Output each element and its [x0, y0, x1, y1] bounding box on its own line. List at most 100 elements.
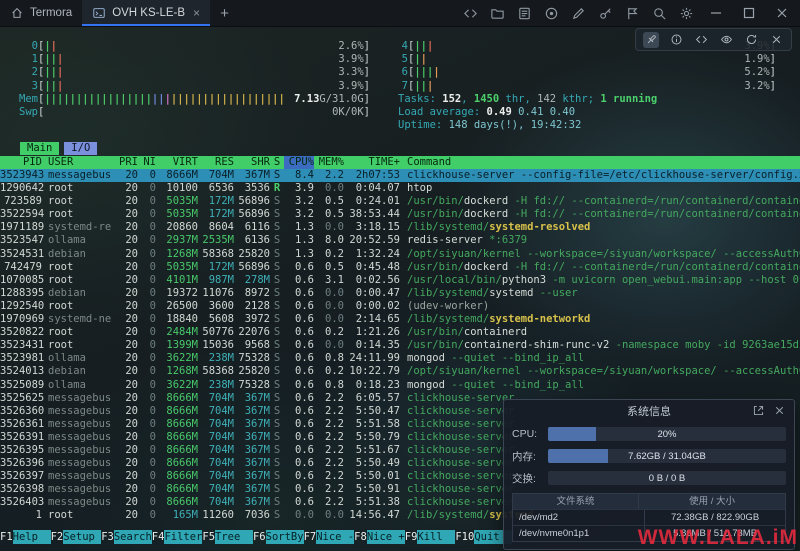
new-tab-button[interactable]: +	[210, 0, 239, 26]
fkey-f3[interactable]: F3Search	[101, 530, 152, 544]
fkey-label: Filter	[164, 530, 202, 544]
column-header-res[interactable]: RES	[198, 156, 234, 169]
info-icon[interactable]	[668, 32, 684, 48]
column-header-pid[interactable]: PID	[0, 156, 42, 169]
process-row[interactable]: 3524013debian2001268M5836825820S0.60.210…	[0, 365, 800, 378]
cell-virt: 5035M	[156, 208, 198, 221]
maximize-button[interactable]	[735, 0, 763, 26]
load-average-line-segment: 0.49	[487, 106, 519, 119]
htop-tab-io[interactable]: I/O	[64, 142, 97, 155]
cell-ni: 0	[138, 392, 156, 405]
fkey-f7[interactable]: F7Nice -	[304, 530, 355, 544]
process-row[interactable]: 1288395debian20019372110768972S0.60.00:0…	[0, 287, 800, 300]
code-icon[interactable]	[459, 2, 481, 24]
column-header-cpu[interactable]: CPU%	[284, 156, 314, 169]
overlay-close-icon[interactable]	[768, 32, 784, 48]
fkey-f5[interactable]: F5Tree	[202, 530, 253, 544]
metric-value: 0 B / 0 B	[548, 471, 786, 485]
metric-row: 交换:0 B / 0 B	[512, 467, 786, 489]
pin-icon[interactable]	[643, 32, 659, 48]
fkey-f1[interactable]: F1Help	[0, 530, 51, 544]
close-button[interactable]	[768, 0, 796, 26]
column-header-virt[interactable]: VIRT	[156, 156, 198, 169]
meter-bracket: ]	[770, 80, 776, 93]
cell-s: S	[270, 483, 284, 496]
process-row[interactable]: 723589root2005035M172M56896S3.20.50:24.0…	[0, 195, 800, 208]
cell-virt: 8666M	[156, 169, 198, 182]
cell-pid: 3524013	[0, 365, 42, 378]
cell-time: 6:05.57	[344, 392, 400, 405]
process-row[interactable]: 1292540root2002650036002128S0.60.00:00.0…	[0, 300, 800, 313]
record-icon[interactable]	[540, 2, 562, 24]
key-icon[interactable]	[594, 2, 616, 24]
tab-home[interactable]: Termora	[0, 0, 82, 26]
column-header-pri[interactable]: PRI	[114, 156, 138, 169]
process-row[interactable]: 1290642root2001010065363536R3.90.00:04.0…	[0, 182, 800, 195]
cell-res: 704M	[198, 483, 234, 496]
cell-command: /usr/bin/dockerd -H fd:// --containerd=/…	[400, 208, 800, 221]
process-row[interactable]: 3523547ollama2002937M2535M6136S1.38.020:…	[0, 234, 800, 247]
cell-user: messagebus	[42, 431, 114, 444]
refresh-icon[interactable]	[743, 32, 759, 48]
process-row[interactable]: 3524531debian2001268M5836825820S1.30.21:…	[0, 248, 800, 261]
fkey-f8[interactable]: F8Nice +	[354, 530, 405, 544]
minimize-button[interactable]	[702, 0, 730, 26]
htop-tab-main[interactable]: Main	[20, 142, 59, 155]
cell-pid: 3526397	[0, 470, 42, 483]
process-row[interactable]: 3523981ollama2003622M238M75328S0.60.824:…	[0, 352, 800, 365]
column-header-user[interactable]: USER	[42, 156, 114, 169]
cpu-tasks-meters-right: 4[|||3.9%]5[||1.9%]6[||||5.2%]7[|||3.2%]…	[398, 40, 776, 132]
meter-bracket: ]	[364, 93, 370, 106]
fkey-f4[interactable]: F4Filter	[152, 530, 203, 544]
cell-s: S	[270, 418, 284, 431]
system-info-panel-header[interactable]: 系统信息	[504, 400, 794, 421]
file-list-icon[interactable]	[513, 2, 535, 24]
column-header-shr[interactable]: SHR	[234, 156, 270, 169]
process-row[interactable]: 3525089ollama2003622M238M75328S0.60.80:1…	[0, 379, 800, 392]
process-row[interactable]: 1970969systemd-ne2001884056083972S0.60.0…	[0, 313, 800, 326]
code-snippet-icon[interactable]	[693, 32, 709, 48]
column-header-mem[interactable]: MEM%	[314, 156, 344, 169]
cell-pid: 3526361	[0, 418, 42, 431]
panel-close-icon[interactable]	[771, 403, 787, 419]
folder-icon[interactable]	[486, 2, 508, 24]
cell-s: S	[270, 274, 284, 287]
cell-pid: 3526398	[0, 483, 42, 496]
column-header-ni[interactable]: NI	[138, 156, 156, 169]
open-in-window-icon[interactable]	[750, 403, 766, 419]
process-row[interactable]: 742479root2005035M172M56896S0.60.50:45.4…	[0, 261, 800, 274]
column-header-s[interactable]: S	[270, 156, 284, 169]
fkey-f2[interactable]: F2Setup	[51, 530, 102, 544]
cell-shr: 367M	[234, 392, 270, 405]
process-row[interactable]: 3523943messagebus2008666M704M367MS8.42.2…	[0, 169, 800, 182]
fkey-f9[interactable]: F9Kill	[405, 530, 456, 544]
process-row[interactable]: 3520822root2002484M5077622076S0.60.21:21…	[0, 326, 800, 339]
terminal-view[interactable]: 0[||2.6%]1[|||3.9%]2[|||3.3%]3[|||3.9%]M…	[0, 26, 800, 551]
process-row[interactable]: 3522594root2005035M172M56896S3.20.538:53…	[0, 208, 800, 221]
edit-icon[interactable]	[567, 2, 589, 24]
process-row[interactable]: 1971189systemd-re2002086086046116S1.30.0…	[0, 221, 800, 234]
cell-res: 58368	[198, 248, 234, 261]
cell-pri: 20	[114, 418, 138, 431]
tab-session[interactable]: OVH KS-LE-B ×	[82, 0, 210, 26]
cell-time: 0:18.23	[344, 379, 400, 392]
tab-close-icon[interactable]: ×	[193, 6, 200, 20]
tab-home-label: Termora	[30, 7, 72, 19]
eye-icon[interactable]	[718, 32, 734, 48]
column-header-cmd[interactable]: Command	[400, 156, 800, 169]
command-segment: systemd-networkd	[489, 313, 590, 325]
cell-cpu: 0.6	[284, 339, 314, 352]
cell-command: /usr/bin/containerd	[400, 326, 800, 339]
search-icon[interactable]	[648, 2, 670, 24]
column-header-time[interactable]: TIME+	[344, 156, 400, 169]
process-row[interactable]: 3523431root2001399M150369568S0.60.00:14.…	[0, 339, 800, 352]
command-segment: /usr/bin/	[407, 195, 464, 207]
settings-gear-icon[interactable]	[675, 2, 697, 24]
command-segment: /usr/bin/	[407, 339, 464, 351]
fkey-f6[interactable]: F6SortBy	[253, 530, 304, 544]
process-row[interactable]: 1070085root2004101M987M278MS0.63.10:02.5…	[0, 274, 800, 287]
meter-space	[63, 66, 338, 79]
flag-icon[interactable]	[621, 2, 643, 24]
cell-ni: 0	[138, 182, 156, 195]
cell-virt: 1268M	[156, 248, 198, 261]
